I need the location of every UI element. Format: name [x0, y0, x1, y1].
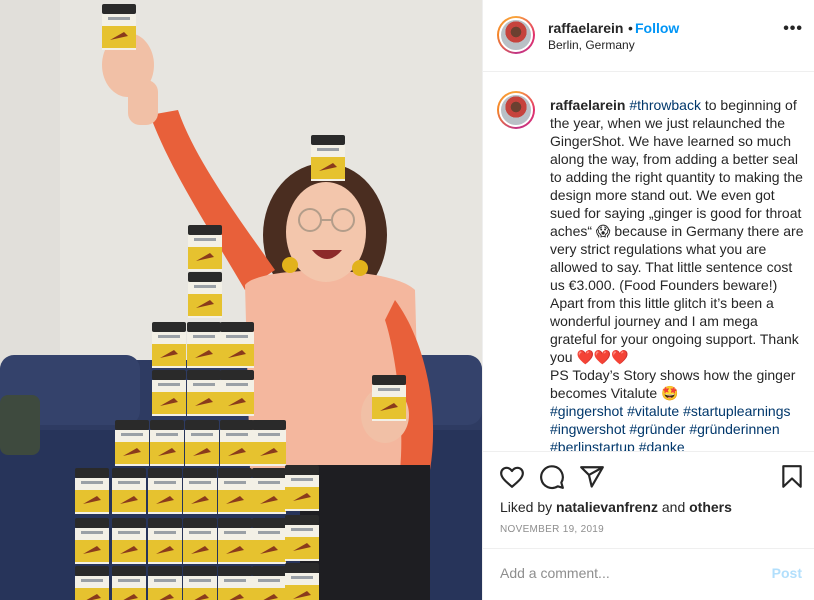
header-separator: •: [628, 20, 633, 36]
post-location[interactable]: Berlin, Germany: [548, 38, 635, 52]
post-photo[interactable]: [0, 0, 482, 600]
share-icon[interactable]: [579, 464, 605, 490]
add-comment-input[interactable]: [500, 563, 750, 583]
post-header: raffaelarein • Follow Berlin, Germany ••…: [483, 0, 814, 72]
hashtag-link[interactable]: #vitalute: [627, 403, 679, 419]
caption-text: to beginning of the year, when we just r…: [550, 97, 804, 365]
follow-button[interactable]: Follow: [635, 20, 679, 36]
post-date[interactable]: NOVEMBER 19, 2019: [500, 524, 604, 535]
hashtag-link[interactable]: #throwback: [629, 97, 701, 113]
likes-prefix: Liked by: [500, 499, 557, 515]
author-avatar[interactable]: [497, 16, 535, 54]
heart-icon[interactable]: [499, 464, 525, 490]
liked-by-others-link[interactable]: others: [689, 499, 732, 515]
caption-author-avatar[interactable]: [497, 91, 535, 129]
hashtag-link[interactable]: #startuplearnings: [683, 403, 790, 419]
hashtag-link[interactable]: #gründer: [629, 421, 685, 437]
likes-and: and: [657, 499, 690, 515]
liked-by-user-link[interactable]: natalievanfrenz: [556, 499, 658, 515]
comments-section[interactable]: raffaelarein #throwback to beginning of …: [483, 73, 814, 451]
post-photo-illustration: [0, 0, 482, 600]
hashtag-link[interactable]: #ingwershot: [550, 421, 626, 437]
comment-icon[interactable]: [539, 464, 565, 490]
caption-hashtags: #gingershot #vitalute #startuplearnings …: [550, 402, 808, 451]
caption-ps-text: PS Today’s Story shows how the ginger be…: [550, 367, 796, 401]
caption-username[interactable]: raffaelarein: [550, 97, 625, 113]
bookmark-icon[interactable]: [779, 464, 805, 490]
likes-summary: Liked by natalievanfrenz and others: [500, 499, 732, 515]
post-actions: Liked by natalievanfrenz and others NOVE…: [483, 451, 814, 600]
hashtag-link[interactable]: #danke: [639, 439, 685, 451]
more-options-icon[interactable]: •••: [783, 20, 803, 38]
post-caption: raffaelarein #throwback to beginning of …: [550, 96, 808, 451]
hashtag-link[interactable]: #berlinstartup: [550, 439, 635, 451]
post-comment-button[interactable]: Post: [772, 565, 802, 581]
author-username[interactable]: raffaelarein: [548, 20, 623, 36]
post-side-panel: raffaelarein • Follow Berlin, Germany ••…: [482, 0, 814, 600]
add-comment-bar: Post: [483, 548, 814, 600]
hashtag-link[interactable]: #gingershot: [550, 403, 623, 419]
hashtag-link[interactable]: #gründerinnen: [689, 421, 779, 437]
